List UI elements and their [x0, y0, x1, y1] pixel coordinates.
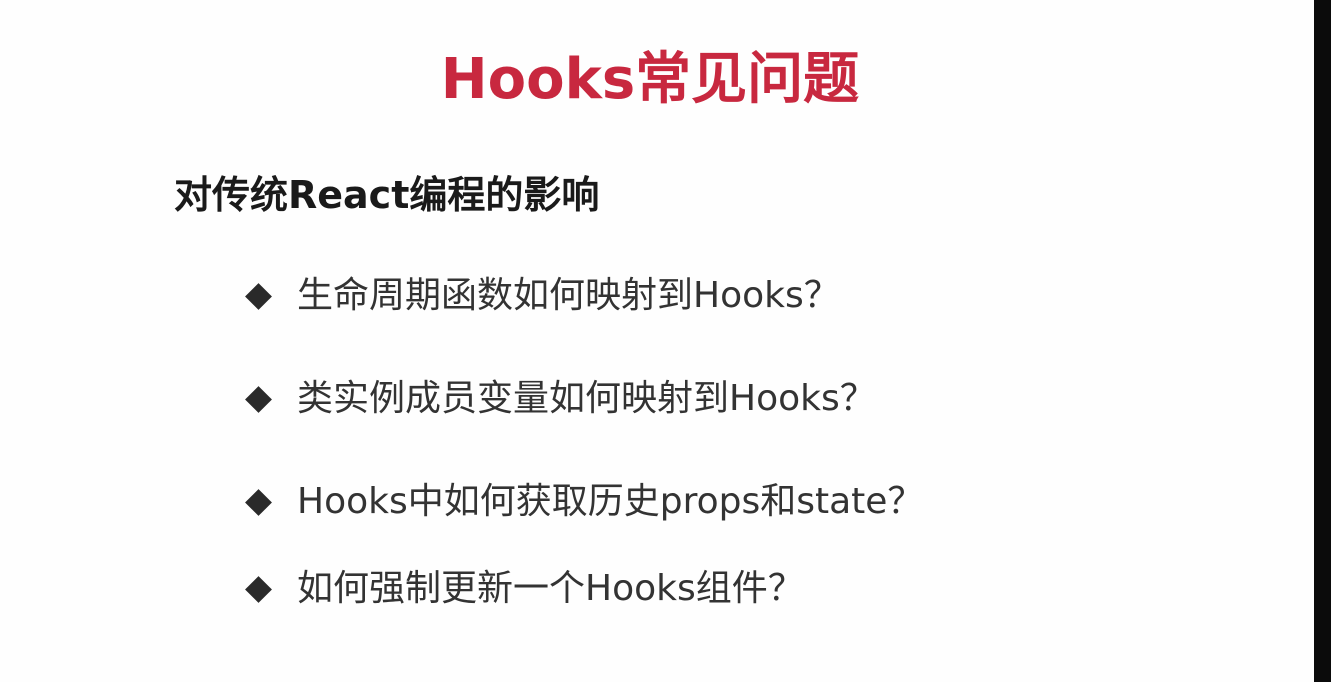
bullet-text: 生命周期函数如何映射到Hooks？: [297, 275, 840, 316]
diamond-bullet-icon: [245, 488, 272, 516]
diamond-bullet-icon: [245, 282, 272, 310]
list-item: Hooks中如何获取历史props和state？: [244, 476, 923, 528]
bullet-text: Hooks中如何获取历史props和state？: [297, 481, 924, 522]
window-edge-strip: [1314, 0, 1331, 682]
diamond-bullet-icon: [245, 385, 272, 413]
list-item: 如何强制更新一个Hooks组件？: [244, 563, 804, 615]
slide: Hooks常见问题 对传统React编程的影响 生命周期函数如何映射到Hooks…: [0, 0, 1314, 682]
slide-subtitle: 对传统React编程的影响: [174, 173, 600, 217]
bullet-text: 类实例成员变量如何映射到Hooks？: [297, 378, 876, 419]
slide-title: Hooks常见问题: [440, 47, 860, 112]
list-item: 类实例成员变量如何映射到Hooks？: [244, 373, 876, 425]
list-item: 生命周期函数如何映射到Hooks？: [244, 270, 840, 322]
bullet-text: 如何强制更新一个Hooks组件？: [297, 568, 804, 609]
diamond-bullet-icon: [245, 575, 272, 603]
